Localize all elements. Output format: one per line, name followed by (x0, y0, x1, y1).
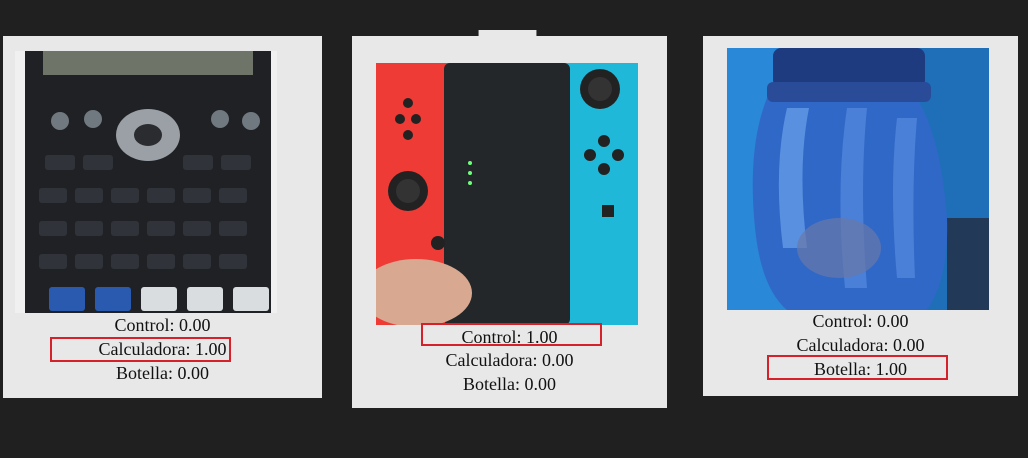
prediction-card-controller: Control: 1.00 Calculadora: 0.00 Botella:… (352, 36, 667, 408)
prediction-label-botella: Botella: 0.00 (116, 363, 209, 383)
controller-image (376, 63, 638, 325)
top-prediction-highlight (421, 323, 602, 346)
prediction-label-control: Control: 0.00 (812, 311, 909, 331)
calculator-image (15, 51, 277, 313)
prediction-label-calculadora: Calculadora: 0.00 (796, 335, 925, 355)
prediction-label-control: Control: 0.00 (114, 315, 211, 335)
prediction-card-calculator: Control: 0.00 Calculadora: 1.00 Botella:… (3, 36, 322, 398)
prediction-label-calculadora: Calculadora: 0.00 (445, 350, 574, 370)
top-prediction-highlight (767, 355, 948, 380)
prediction-card-bottle: Control: 0.00 Calculadora: 0.00 Botella:… (703, 36, 1018, 396)
prediction-label-botella: Botella: 0.00 (463, 374, 556, 394)
top-prediction-highlight (50, 337, 231, 362)
bottle-image (727, 48, 989, 310)
